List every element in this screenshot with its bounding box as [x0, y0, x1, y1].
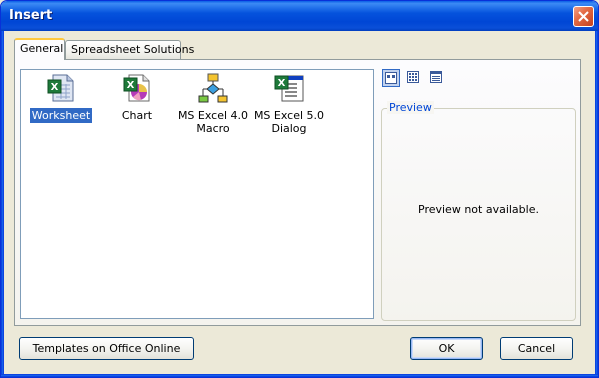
- list-view-icon: [407, 71, 419, 83]
- window-frame-right: [595, 31, 598, 377]
- window-frame-left: [1, 31, 4, 377]
- macro-icon: [198, 73, 228, 103]
- dialog-icon: X: [274, 75, 304, 102]
- tab-spreadsheet-solutions[interactable]: Spreadsheet Solutions: [65, 40, 194, 59]
- preview-group: Preview Preview not available.: [381, 101, 576, 321]
- title-bar[interactable]: Insert: [1, 1, 598, 31]
- close-icon: [578, 11, 589, 22]
- details-view-button[interactable]: [428, 69, 446, 87]
- large-icons-view-button[interactable]: [382, 69, 400, 87]
- preview-legend: Preview: [387, 101, 434, 114]
- ok-button[interactable]: OK: [410, 337, 483, 360]
- template-item-label: MS Excel 4.0 Macro: [177, 109, 249, 135]
- svg-text:X: X: [51, 82, 59, 93]
- template-item-worksheet[interactable]: X Worksheet: [23, 72, 99, 123]
- svg-text:X: X: [278, 78, 286, 89]
- template-item-label: Worksheet: [29, 108, 93, 123]
- template-list[interactable]: X Worksheet X Chart MS Excel 4.0 Macro X…: [20, 69, 374, 319]
- template-item-label: Chart: [121, 109, 153, 122]
- svg-text:X: X: [127, 80, 135, 91]
- template-item-chart[interactable]: X Chart: [99, 72, 175, 123]
- preview-message: Preview not available.: [418, 203, 539, 216]
- chart-icon: X: [123, 74, 150, 102]
- template-item-dialog[interactable]: X MS Excel 5.0 Dialog: [251, 72, 327, 136]
- templates-on-office-online-button[interactable]: Templates on Office Online: [19, 337, 194, 360]
- tab-general[interactable]: General: [14, 38, 65, 60]
- close-button[interactable]: [573, 6, 594, 27]
- details-view-icon: [430, 71, 442, 83]
- template-item-macro[interactable]: MS Excel 4.0 Macro: [175, 72, 251, 136]
- list-view-button[interactable]: [405, 69, 423, 87]
- template-item-label: MS Excel 5.0 Dialog: [253, 109, 325, 135]
- cancel-button[interactable]: Cancel: [500, 337, 573, 360]
- window-frame-bottom: [1, 374, 598, 377]
- insert-dialog: Insert Spreadsheet Solutions General X W…: [0, 0, 599, 378]
- general-tab-panel: X Worksheet X Chart MS Excel 4.0 Macro X…: [14, 59, 581, 326]
- large-icons-view-icon: [385, 72, 397, 84]
- worksheet-icon: X: [47, 74, 74, 102]
- window-title: Insert: [9, 8, 53, 23]
